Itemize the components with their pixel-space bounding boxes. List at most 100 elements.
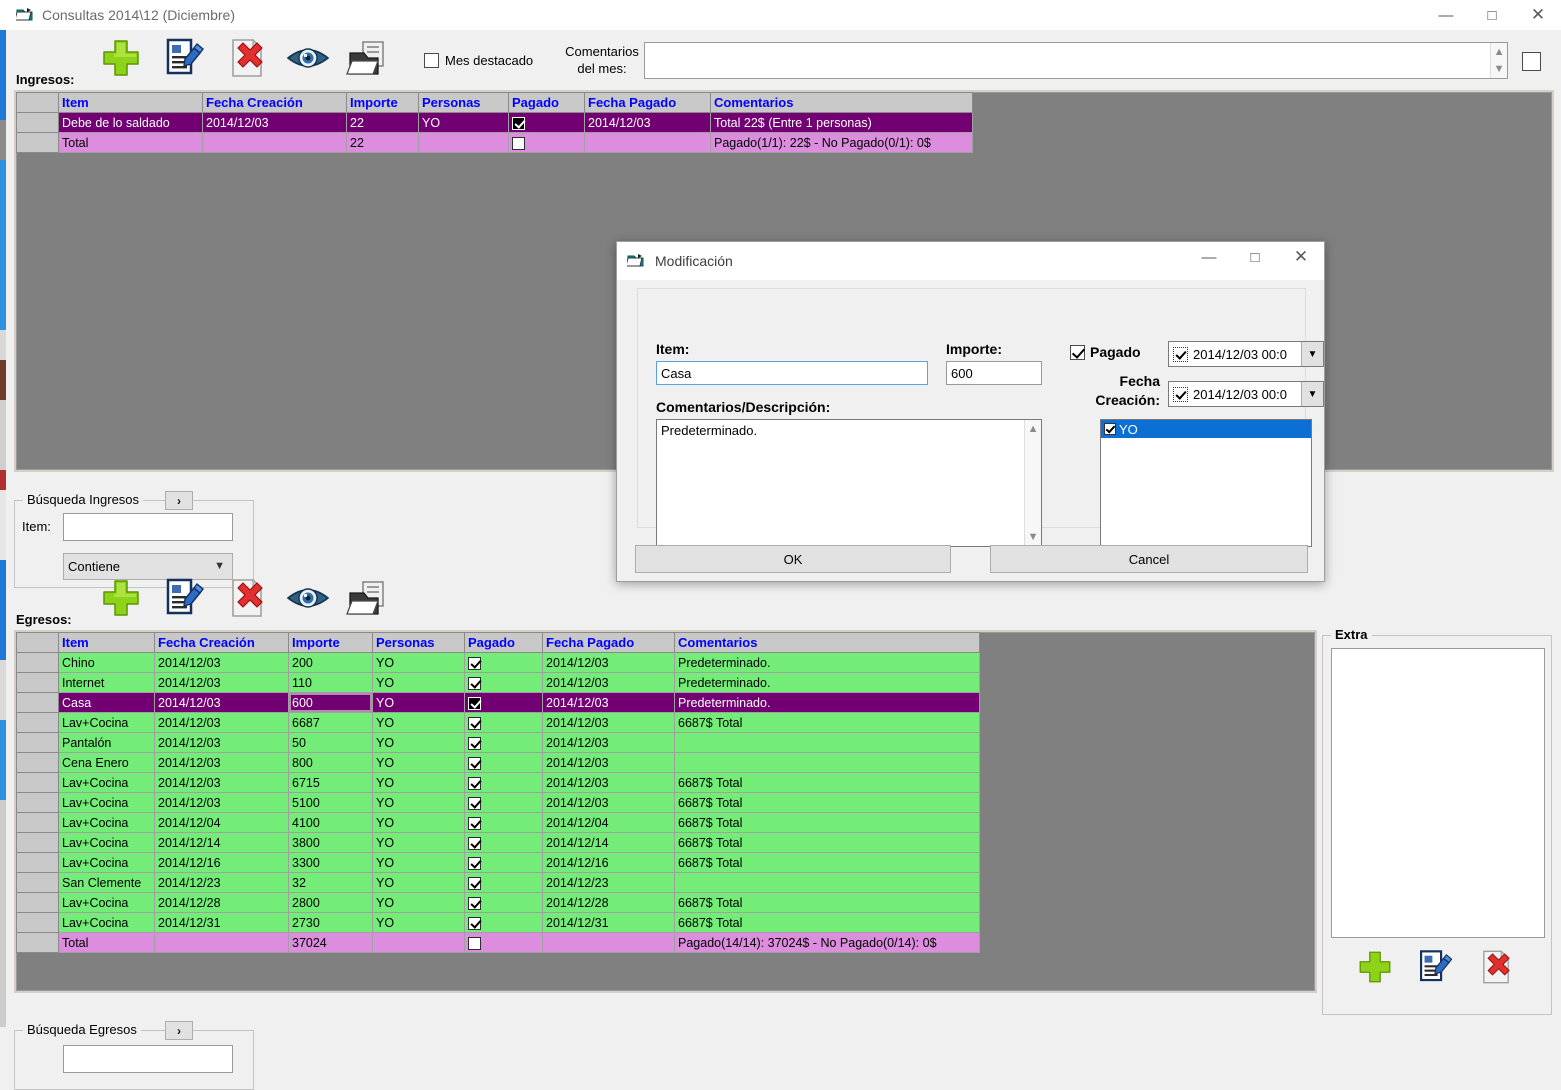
table-row[interactable]: Lav+Cocina 2014/12/28 2800 YO 2014/12/28 6687…: [16, 892, 980, 913]
cell-importe[interactable]: 600: [288, 692, 373, 713]
table-row[interactable]: Total 22 Pagado(1/1): 22$ - No Pagado(0/1)…: [16, 132, 973, 153]
cell-item[interactable]: Internet: [58, 672, 155, 693]
busqueda-egresos-expand-button[interactable]: ›: [165, 1021, 193, 1040]
cell-fecha-creacion[interactable]: 2014/12/23: [154, 872, 289, 893]
table-row[interactable]: Lav+Cocina 2014/12/04 4100 YO 2014/12/04 6687…: [16, 812, 980, 833]
cell-item[interactable]: Lav+Cocina: [58, 772, 155, 793]
cell-pagado[interactable]: [464, 672, 543, 693]
cell-comentarios[interactable]: 6687$ Total: [674, 832, 980, 853]
cell-pagado[interactable]: [464, 772, 543, 793]
cell-item[interactable]: Debe de lo saldado: [58, 112, 203, 133]
cell-item[interactable]: Total: [58, 932, 155, 953]
cell-pagado[interactable]: [464, 892, 543, 913]
column-header-pagado[interactable]: Pagado: [508, 92, 585, 113]
egresos-add-button[interactable]: [98, 575, 144, 621]
chevron-down-icon[interactable]: ▼: [1301, 382, 1323, 406]
cell-fecha-pagado[interactable]: [584, 132, 711, 153]
table-row[interactable]: San Clemente 2014/12/23 32 YO 2014/12/23: [16, 872, 980, 893]
extra-edit-button[interactable]: [1415, 946, 1455, 988]
busqueda-ingresos-item-input[interactable]: [63, 513, 233, 541]
table-row[interactable]: Lav+Cocina 2014/12/03 6687 YO 2014/12/03 6687…: [16, 712, 980, 733]
column-header-fecha-creación[interactable]: Fecha Creación: [202, 92, 347, 113]
row-selector-cell[interactable]: [16, 652, 59, 673]
cell-importe[interactable]: 2730: [288, 912, 373, 933]
scroll-up-icon[interactable]: ▲: [1494, 46, 1505, 58]
cell-fecha-pagado[interactable]: 2014/12/03: [542, 732, 675, 753]
scroll-up-icon[interactable]: ▲: [1028, 423, 1039, 435]
cell-fecha-creacion[interactable]: 2014/12/03: [154, 692, 289, 713]
cell-importe[interactable]: 6687: [288, 712, 373, 733]
row-selector-cell[interactable]: [16, 752, 59, 773]
extra-listbox[interactable]: [1331, 648, 1545, 938]
ingresos-delete-button[interactable]: [224, 35, 270, 81]
egresos-edit-button[interactable]: [161, 575, 207, 621]
column-header-personas[interactable]: Personas: [372, 632, 465, 653]
ingresos-grid[interactable]: Item Fecha Creación Importe Personas Pagado F…: [16, 92, 973, 153]
dialog-item-input[interactable]: [656, 361, 928, 385]
ingresos-body[interactable]: Debe de lo saldado 2014/12/03 22 YO 2014/12/…: [16, 112, 973, 153]
cell-pagado[interactable]: [464, 692, 543, 713]
column-header-fecha-creación[interactable]: Fecha Creación: [154, 632, 289, 653]
dialog-fecha-creacion-checkbox[interactable]: [1173, 386, 1188, 402]
cell-importe[interactable]: 800: [288, 752, 373, 773]
cell-fecha-creacion[interactable]: 2014/12/03: [154, 672, 289, 693]
extra-add-button[interactable]: [1355, 946, 1395, 988]
cell-comentarios[interactable]: 6687$ Total: [674, 792, 980, 813]
cell-pagado[interactable]: [464, 652, 543, 673]
table-row[interactable]: Pantalón 2014/12/03 50 YO 2014/12/03: [16, 732, 980, 753]
cell-item[interactable]: Lav+Cocina: [58, 712, 155, 733]
dialog-pagado-checkbox[interactable]: [1070, 344, 1085, 360]
cell-fecha-pagado[interactable]: 2014/12/03: [542, 752, 675, 773]
pagado-checkbox[interactable]: [468, 936, 481, 950]
cell-fecha-pagado[interactable]: 2014/12/03: [542, 672, 675, 693]
dialog-maximize-button[interactable]: □: [1232, 242, 1278, 272]
dialog-fecha-creacion-picker[interactable]: 2014/12/03 00:0 ▼: [1168, 381, 1324, 407]
cell-personas[interactable]: YO: [372, 912, 465, 933]
pagado-checkbox[interactable]: [468, 816, 481, 830]
mes-destacado-checkbox[interactable]: [424, 53, 439, 68]
egresos-delete-button[interactable]: [224, 575, 270, 621]
row-selector-cell[interactable]: [16, 912, 59, 933]
column-header-item[interactable]: Item: [58, 632, 155, 653]
column-header-importe[interactable]: Importe: [346, 92, 419, 113]
row-selector-cell[interactable]: [16, 732, 59, 753]
dialog-minimize-button[interactable]: —: [1186, 242, 1232, 272]
maximize-button[interactable]: □: [1469, 0, 1515, 30]
table-row[interactable]: Debe de lo saldado 2014/12/03 22 YO 2014/12/…: [16, 112, 973, 133]
cell-comentarios[interactable]: Total 22$ (Entre 1 personas): [710, 112, 973, 133]
cell-comentarios[interactable]: 6687$ Total: [674, 852, 980, 873]
cell-personas[interactable]: YO: [372, 812, 465, 833]
mes-destacado-control[interactable]: Mes destacado: [424, 53, 533, 68]
cell-fecha-pagado[interactable]: 2014/12/04: [542, 812, 675, 833]
dialog-personas-listbox[interactable]: YO: [1100, 419, 1312, 547]
cell-fecha-creacion[interactable]: 2014/12/04: [154, 812, 289, 833]
cell-personas[interactable]: YO: [372, 792, 465, 813]
table-row[interactable]: Chino 2014/12/03 200 YO 2014/12/03 Predetermi…: [16, 652, 980, 673]
cell-fecha-creacion[interactable]: 2014/12/03: [154, 712, 289, 733]
ingresos-add-button[interactable]: [98, 35, 144, 81]
cell-comentarios[interactable]: [674, 752, 980, 773]
row-selector-cell[interactable]: [16, 812, 59, 833]
cell-item[interactable]: Casa: [58, 692, 155, 713]
cell-item[interactable]: Lav+Cocina: [58, 812, 155, 833]
cell-importe[interactable]: 5100: [288, 792, 373, 813]
table-row[interactable]: Internet 2014/12/03 110 YO 2014/12/03 Predete…: [16, 672, 980, 693]
cell-fecha-creacion[interactable]: 2014/12/03: [202, 112, 347, 133]
cell-pagado[interactable]: [464, 872, 543, 893]
row-selector-cell[interactable]: [16, 832, 59, 853]
cell-fecha-creacion[interactable]: 2014/12/31: [154, 912, 289, 933]
cell-comentarios[interactable]: 6687$ Total: [674, 912, 980, 933]
cell-pagado[interactable]: [464, 732, 543, 753]
comentarios-extra-checkbox[interactable]: [1522, 52, 1541, 71]
pagado-checkbox[interactable]: [468, 676, 481, 690]
pagado-checkbox[interactable]: [512, 136, 525, 150]
row-selector-cell[interactable]: [16, 852, 59, 873]
cell-pagado[interactable]: [464, 832, 543, 853]
dialog-comentarios-input[interactable]: [657, 420, 1025, 546]
pagado-checkbox[interactable]: [468, 756, 481, 770]
cell-importe[interactable]: 50: [288, 732, 373, 753]
row-selector-cell[interactable]: [16, 872, 59, 893]
cell-personas[interactable]: YO: [372, 752, 465, 773]
cell-pagado[interactable]: [508, 132, 585, 153]
cell-item[interactable]: Total: [58, 132, 203, 153]
